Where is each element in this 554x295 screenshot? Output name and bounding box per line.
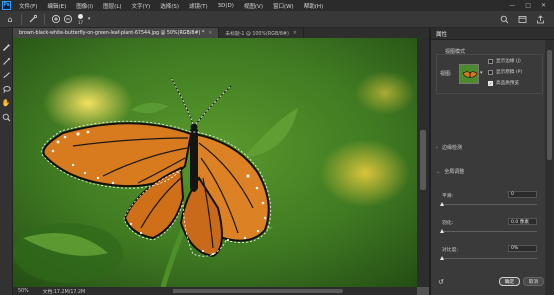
maximize-button[interactable]: □ (525, 2, 531, 9)
home-icon[interactable]: ⌂ (4, 13, 16, 25)
separator (44, 13, 45, 25)
chevron-down-icon[interactable]: ▾ (83, 13, 95, 25)
menu-edit[interactable]: 编辑(E) (42, 2, 71, 10)
smooth-label: 平滑: (442, 194, 454, 199)
contrast-label: 对比度: (442, 248, 459, 253)
contrast-slider-handle[interactable] (440, 256, 444, 260)
canvas-vertical-scrollbar[interactable] (417, 38, 429, 287)
properties-panel-title: 属性 (431, 28, 554, 40)
menu-filter[interactable]: 滤镜(T) (184, 2, 213, 10)
tab-label: brown-black-white-butterfly-on-green-lea… (19, 30, 205, 36)
quick-selection-tool-icon[interactable] (27, 13, 39, 25)
options-right (498, 13, 554, 25)
scrollbar-thumb[interactable] (420, 130, 426, 190)
chevron-down-icon: ⌄ (436, 168, 441, 175)
close-icon[interactable]: × (293, 31, 297, 36)
panel-scrollbar[interactable] (545, 40, 554, 295)
quick-selection-brush-icon[interactable] (1, 42, 11, 52)
share-icon[interactable] (534, 13, 546, 25)
search-icon[interactable] (498, 13, 510, 25)
view-label: 视图: (440, 71, 452, 77)
status-bar: 50% 文档:17.2M/17.2M (13, 287, 173, 295)
contrast-slider[interactable] (441, 258, 537, 259)
ok-button[interactable]: 确定 (499, 277, 520, 286)
options-bar: ⌂ 17 ▾ (0, 11, 554, 28)
photoshop-logo: Ps (2, 1, 11, 10)
feather-value-field[interactable]: 0.0 像素 (508, 218, 537, 225)
butterfly-photo (13, 38, 417, 287)
window-controls: — □ ✕ (509, 2, 554, 9)
document-size: 文档:17.2M/17.2M (42, 289, 86, 295)
scrollbar-thumb[interactable] (547, 50, 552, 160)
smooth-value-field[interactable]: 0 (508, 191, 537, 198)
show-original-checkbox[interactable]: 显示原稿 (P) (488, 69, 522, 75)
global-refine-section[interactable]: ⌄ 全局调整 (436, 168, 465, 176)
tab-label: 未标题-1 @ 100%(RGB/8#) (225, 31, 289, 37)
checkbox-box[interactable] (488, 69, 493, 75)
hand-icon[interactable]: ✋ (1, 98, 11, 108)
high-quality-preview-checkbox[interactable]: ✓ 高品质预览 (488, 80, 519, 86)
zoom-level[interactable]: 50% (18, 289, 29, 294)
menu-file[interactable]: 文件(F) (14, 2, 42, 10)
checkbox-box[interactable] (488, 58, 493, 64)
close-button[interactable]: ✕ (541, 2, 546, 9)
feather-slider-handle[interactable] (440, 229, 444, 233)
document-canvas[interactable] (13, 38, 417, 287)
show-original-label: 显示原稿 (P) (496, 70, 523, 75)
cancel-button[interactable]: 取消 (523, 277, 544, 286)
menu-select[interactable]: 选择(S) (155, 2, 184, 10)
properties-panel: 属性 视图模式 视图: ▾ 显示边缘 (J) 显示原稿 (P) ✓ 高品质预览 … (431, 28, 554, 295)
smooth-slider[interactable] (441, 204, 537, 205)
refine-edge-brush-icon[interactable] (1, 56, 11, 66)
menu-help[interactable]: 帮助(H) (299, 2, 328, 10)
brush-icon[interactable] (1, 70, 11, 80)
minimize-button[interactable]: — (509, 2, 515, 9)
edge-detection-section[interactable]: › 边缘检测 (436, 144, 463, 152)
tab-untitled-document[interactable]: 未标题-1 @ 100%(RGB/8#) × (219, 28, 304, 38)
contrast-value-field[interactable]: 0% (508, 245, 537, 252)
smooth-slider-handle[interactable] (440, 202, 444, 206)
tools-panel: ✋ (0, 28, 13, 295)
zoom-icon[interactable] (1, 112, 11, 122)
add-to-selection-icon[interactable] (50, 13, 62, 25)
show-edge-checkbox[interactable]: 显示边缘 (J) (488, 58, 521, 64)
menu-layer[interactable]: 图层(L) (98, 2, 126, 10)
properties-panel-body: 视图模式 视图: ▾ 显示边缘 (J) 显示原稿 (P) ✓ 高品质预览 › 边… (431, 40, 545, 295)
menu-window[interactable]: 窗口(W) (268, 2, 299, 10)
menu-bar: Ps 文件(F) 编辑(E) 图像(I) 图层(L) 文字(Y) 选择(S) 滤… (0, 0, 554, 11)
separator (21, 13, 22, 25)
menu-image[interactable]: 图像(I) (71, 2, 98, 10)
document-tabs: brown-black-white-butterfly-on-green-lea… (13, 28, 429, 38)
close-icon[interactable]: × (208, 31, 212, 36)
tab-butterfly-document[interactable]: brown-black-white-butterfly-on-green-lea… (13, 28, 220, 38)
checkmark-icon[interactable]: ✓ (488, 80, 493, 86)
feather-slider[interactable] (441, 231, 537, 232)
view-mode-thumbnail[interactable] (459, 64, 479, 84)
show-edge-label: 显示边缘 (J) (496, 59, 521, 64)
menu-view[interactable]: 视图(V) (239, 2, 268, 10)
lasso-icon[interactable] (1, 84, 11, 94)
edge-detection-label: 边缘检测 (442, 145, 463, 151)
global-refine-label: 全局调整 (444, 169, 465, 175)
menu-type[interactable]: 文字(Y) (127, 2, 156, 10)
feather-label: 羽化: (442, 221, 454, 226)
workspace-icon[interactable] (516, 13, 528, 25)
chevron-down-icon[interactable]: ▾ (480, 70, 483, 76)
menu-3d[interactable]: 3D(D) (213, 3, 239, 9)
chevron-right-icon: › (436, 144, 438, 151)
high-quality-preview-label: 高品质预览 (496, 81, 519, 86)
reset-icon[interactable]: ↺ (438, 278, 444, 286)
subtract-from-selection-icon[interactable] (62, 13, 74, 25)
